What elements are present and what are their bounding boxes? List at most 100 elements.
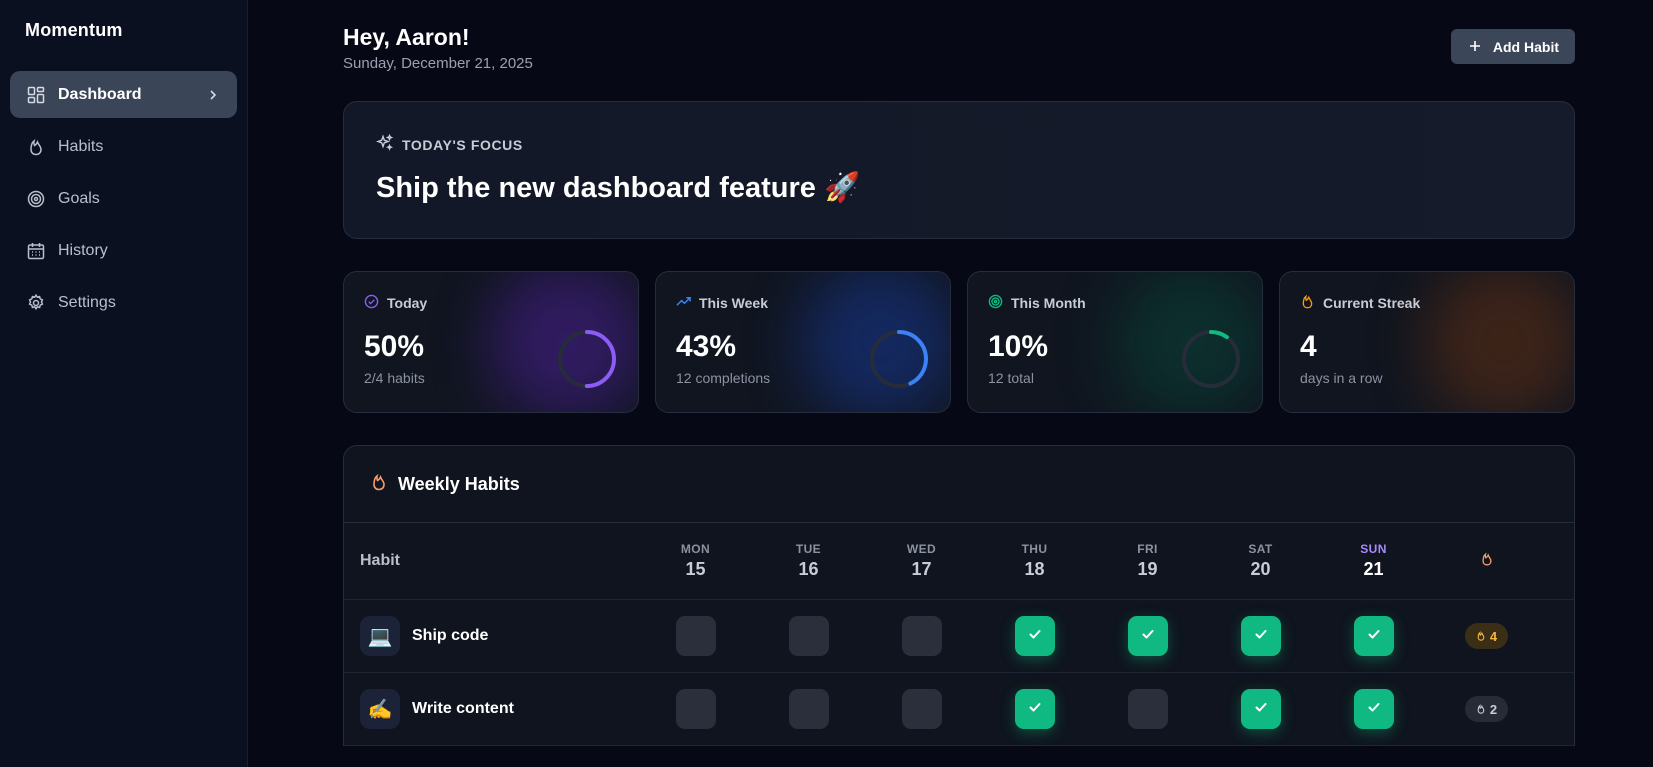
table-row: 💻 Ship code 4 bbox=[344, 600, 1574, 673]
sidebar: Momentum Dashboard Habits Goals History … bbox=[0, 0, 248, 767]
habit-day-checkbox[interactable] bbox=[1014, 616, 1055, 656]
stat-card-month: This Month 10% 12 total bbox=[967, 271, 1263, 413]
habit-day-checkbox[interactable] bbox=[1127, 616, 1168, 656]
day-column bbox=[1317, 616, 1430, 656]
weekly-habits-title: Weekly Habits bbox=[398, 473, 520, 494]
habit-day-checkbox[interactable] bbox=[901, 689, 942, 729]
habit-day-checkbox[interactable] bbox=[901, 616, 942, 656]
day-header: TUE 16 bbox=[752, 542, 865, 580]
flame-icon bbox=[1480, 552, 1494, 571]
stat-header: Current Streak bbox=[1300, 294, 1554, 312]
sidebar-item-goals[interactable]: Goals bbox=[10, 175, 237, 222]
streak-column-header bbox=[1430, 552, 1543, 571]
check-icon bbox=[1253, 699, 1269, 720]
stat-header: This Month bbox=[988, 294, 1242, 312]
day-header: THU 18 bbox=[978, 542, 1091, 580]
chevron-right-icon bbox=[205, 87, 221, 103]
sidebar-item-label: Dashboard bbox=[58, 85, 142, 103]
day-header: SAT 20 bbox=[1204, 542, 1317, 580]
habit-day-checkbox[interactable] bbox=[1127, 689, 1168, 729]
plus-icon bbox=[1469, 39, 1481, 55]
progress-ring bbox=[558, 330, 616, 388]
sidebar-item-history[interactable]: History bbox=[10, 227, 237, 274]
flame-icon bbox=[1300, 294, 1315, 312]
focus-label: TODAY'S FOCUS bbox=[402, 136, 523, 153]
main-content: Hey, Aaron! Sunday, December 21, 2025 Ad… bbox=[248, 0, 1653, 767]
weekly-table-header: Habit MON 15 TUE 16 WED 17 THU 18 FRI 19 SAT 2… bbox=[344, 523, 1574, 600]
stat-value: 4 bbox=[1300, 330, 1317, 363]
sidebar-item-dashboard[interactable]: Dashboard bbox=[10, 71, 237, 118]
habit-name: Write content bbox=[412, 700, 514, 717]
calendar-icon bbox=[26, 241, 46, 261]
habit-name: Ship code bbox=[412, 627, 489, 644]
stat-sub: days in a row bbox=[1300, 370, 1383, 386]
day-name: TUE bbox=[795, 542, 822, 556]
add-habit-label: Add Habit bbox=[1492, 38, 1559, 55]
day-header-today: SUN 21 bbox=[1317, 542, 1430, 580]
todays-focus-card: TODAY'S FOCUS Ship the new dashboard fea… bbox=[343, 101, 1575, 239]
streak-cell: 4 bbox=[1430, 623, 1543, 649]
check-icon bbox=[1027, 626, 1043, 647]
target-icon bbox=[26, 189, 46, 209]
stat-card-streak: Current Streak 4 days in a row bbox=[1279, 271, 1575, 413]
habit-cell: 💻 Ship code bbox=[344, 616, 639, 656]
day-number: 20 bbox=[1250, 559, 1271, 579]
habit-day-checkbox[interactable] bbox=[788, 689, 829, 729]
habit-day-checkbox[interactable] bbox=[1240, 616, 1281, 656]
streak-count: 2 bbox=[1489, 701, 1498, 717]
flame-icon bbox=[26, 137, 46, 157]
focus-title: Ship the new dashboard feature 🚀 bbox=[376, 172, 861, 204]
day-name: SUN bbox=[1360, 542, 1387, 556]
sidebar-item-label: History bbox=[58, 241, 108, 259]
weekly-habits-card: Weekly Habits Habit MON 15 TUE 16 WED 17 TH… bbox=[343, 445, 1575, 746]
day-number: 18 bbox=[1024, 559, 1045, 579]
habit-day-checkbox[interactable] bbox=[1353, 616, 1394, 656]
habit-cell: ✍️ Write content bbox=[344, 689, 639, 729]
page-header: Hey, Aaron! Sunday, December 21, 2025 Ad… bbox=[343, 24, 1575, 72]
day-column bbox=[978, 616, 1091, 656]
sidebar-item-habits[interactable]: Habits bbox=[10, 123, 237, 170]
habit-column-header: Habit bbox=[360, 552, 400, 569]
day-number: 19 bbox=[1137, 559, 1158, 579]
day-header: MON 15 bbox=[639, 542, 752, 580]
streak-badge: 4 bbox=[1464, 623, 1509, 649]
habit-day-checkbox[interactable] bbox=[675, 689, 716, 729]
brand-logo: Momentum bbox=[25, 20, 123, 40]
stat-label: This Month bbox=[1011, 295, 1086, 311]
trending-up-icon bbox=[676, 294, 691, 312]
check-icon bbox=[1366, 626, 1382, 647]
target-icon bbox=[988, 294, 1003, 312]
progress-ring bbox=[870, 330, 928, 388]
stat-header: This Week bbox=[676, 294, 930, 312]
habit-emoji: ✍️ bbox=[360, 689, 400, 729]
stat-card-today: Today 50% 2/4 habits bbox=[343, 271, 639, 413]
habit-day-checkbox[interactable] bbox=[1240, 689, 1281, 729]
habit-day-checkbox[interactable] bbox=[788, 616, 829, 656]
habit-day-checkbox[interactable] bbox=[1353, 689, 1394, 729]
streak-count: 4 bbox=[1489, 628, 1498, 644]
day-name: THU bbox=[1021, 542, 1048, 556]
sidebar-item-label: Settings bbox=[58, 293, 116, 311]
dashboard-icon bbox=[26, 85, 46, 105]
day-column bbox=[1091, 616, 1204, 656]
day-number: 17 bbox=[911, 559, 932, 579]
weekly-habits-header: Weekly Habits bbox=[344, 446, 1574, 523]
habit-day-checkbox[interactable] bbox=[1014, 689, 1055, 729]
page-title: Hey, Aaron! bbox=[343, 24, 470, 50]
stat-label: Current Streak bbox=[1323, 295, 1421, 311]
stats-row: Today 50% 2/4 habits This Week 43% 12 co… bbox=[343, 271, 1575, 413]
day-header: WED 17 bbox=[865, 542, 978, 580]
day-name: FRI bbox=[1137, 542, 1158, 556]
stat-header: Today bbox=[364, 294, 618, 312]
sidebar-item-settings[interactable]: Settings bbox=[10, 279, 237, 326]
add-habit-button[interactable]: Add Habit bbox=[1450, 29, 1575, 64]
day-column bbox=[752, 616, 865, 656]
streak-badge: 2 bbox=[1464, 696, 1509, 722]
flame-icon bbox=[1476, 702, 1486, 717]
day-column bbox=[639, 689, 752, 729]
habit-day-checkbox[interactable] bbox=[675, 616, 716, 656]
day-column bbox=[978, 689, 1091, 729]
streak-cell: 2 bbox=[1430, 696, 1543, 722]
table-row: ✍️ Write content 2 bbox=[344, 673, 1574, 746]
day-header: FRI 19 bbox=[1091, 542, 1204, 580]
